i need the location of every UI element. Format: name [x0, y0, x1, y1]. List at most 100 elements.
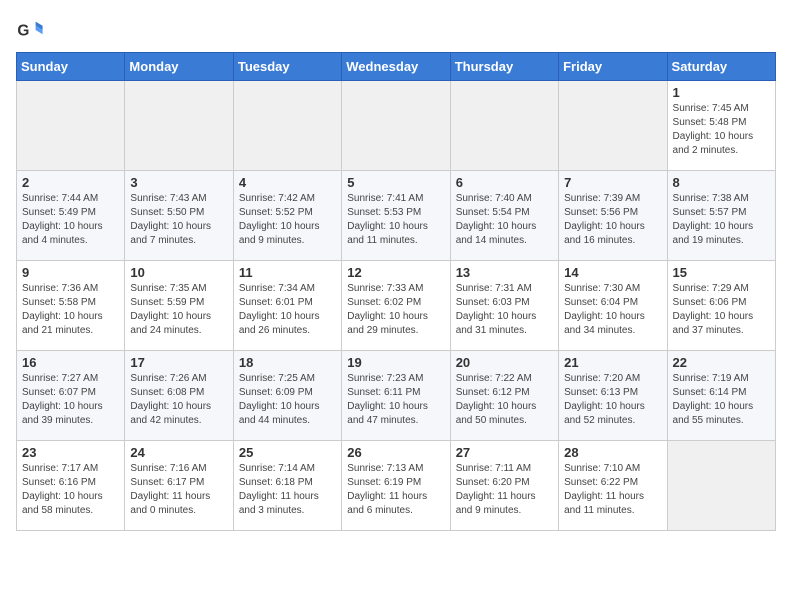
day-number: 2: [22, 175, 119, 190]
day-number: 23: [22, 445, 119, 460]
calendar-cell: 1Sunrise: 7:45 AM Sunset: 5:48 PM Daylig…: [667, 81, 775, 171]
calendar-cell: 9Sunrise: 7:36 AM Sunset: 5:58 PM Daylig…: [17, 261, 125, 351]
calendar-cell: 12 Sunrise: 7:33 AM Sunset: 6:02 PM Dayli…: [342, 261, 450, 351]
day-number: 10: [130, 265, 227, 280]
calendar-cell: 3 Sunrise: 7:43 AM Sunset: 5:50 PM Daylig…: [125, 171, 233, 261]
header-monday: Monday: [125, 53, 233, 81]
calendar-cell: 18 Sunrise: 7:25 AM Sunset: 6:09 PM Dayli…: [233, 351, 341, 441]
day-info: Sunrise: 7:31 AM Sunset: 6:03 PM Dayligh…: [456, 282, 553, 338]
day-info: Sunrise: 7:26 AM Sunset: 6:08 PM Dayligh…: [130, 372, 227, 428]
calendar-cell: 21 Sunrise: 7:20 AM Sunset: 6:13 PM Dayli…: [559, 351, 667, 441]
day-number: 26: [347, 445, 444, 460]
calendar-cell: 16 Sunrise: 7:27 AM Sunset: 6:07 PM Dayli…: [17, 351, 125, 441]
day-info: Sunrise: 7:30 AM Sunset: 6:04 PM Dayligh…: [564, 282, 661, 338]
calendar-cell: 17 Sunrise: 7:26 AM Sunset: 6:08 PM Dayli…: [125, 351, 233, 441]
calendar-cell: 10 Sunrise: 7:35 AM Sunset: 5:59 PM Dayli…: [125, 261, 233, 351]
day-number: 5: [347, 175, 444, 190]
week-row-4: 16 Sunrise: 7:27 AM Sunset: 6:07 PM Dayli…: [17, 351, 776, 441]
day-number: 16: [22, 355, 119, 370]
calendar-cell: 14 Sunrise: 7:30 AM Sunset: 6:04 PM Dayli…: [559, 261, 667, 351]
calendar-cell: 8 Sunrise: 7:38 AM Sunset: 5:57 PM Daylig…: [667, 171, 775, 261]
day-number: 28: [564, 445, 661, 460]
svg-text:G: G: [17, 23, 29, 40]
calendar-cell: 20 Sunrise: 7:22 AM Sunset: 6:12 PM Dayli…: [450, 351, 558, 441]
day-info: Sunrise: 7:42 AM Sunset: 5:52 PM Dayligh…: [239, 192, 336, 248]
calendar-cell: 19 Sunrise: 7:23 AM Sunset: 6:11 PM Dayli…: [342, 351, 450, 441]
day-info: Sunrise: 7:13 AM Sunset: 6:19 PM Dayligh…: [347, 462, 444, 518]
day-info: Sunrise: 7:22 AM Sunset: 6:12 PM Dayligh…: [456, 372, 553, 428]
header-sunday: Sunday: [17, 53, 125, 81]
calendar-cell: [342, 81, 450, 171]
calendar-cell: 24 Sunrise: 7:16 AM Sunset: 6:17 PM Dayli…: [125, 441, 233, 531]
calendar-cell: 13 Sunrise: 7:31 AM Sunset: 6:03 PM Dayli…: [450, 261, 558, 351]
day-number: 25: [239, 445, 336, 460]
header-thursday: Thursday: [450, 53, 558, 81]
day-info: Sunrise: 7:33 AM Sunset: 6:02 PM Dayligh…: [347, 282, 444, 338]
day-info: Sunrise: 7:23 AM Sunset: 6:11 PM Dayligh…: [347, 372, 444, 428]
week-row-2: 2 Sunrise: 7:44 AM Sunset: 5:49 PM Daylig…: [17, 171, 776, 261]
header-wednesday: Wednesday: [342, 53, 450, 81]
calendar-cell: 28Sunrise: 7:10 AM Sunset: 6:22 PM Dayli…: [559, 441, 667, 531]
day-info: Sunrise: 7:44 AM Sunset: 5:49 PM Dayligh…: [22, 192, 119, 248]
day-number: 12: [347, 265, 444, 280]
calendar-cell: 7 Sunrise: 7:39 AM Sunset: 5:56 PM Daylig…: [559, 171, 667, 261]
calendar-table: SundayMondayTuesdayWednesdayThursdayFrid…: [16, 52, 776, 531]
day-number: 18: [239, 355, 336, 370]
day-info: Sunrise: 7:20 AM Sunset: 6:13 PM Dayligh…: [564, 372, 661, 428]
day-number: 20: [456, 355, 553, 370]
day-number: 13: [456, 265, 553, 280]
day-number: 4: [239, 175, 336, 190]
day-number: 11: [239, 265, 336, 280]
day-info: Sunrise: 7:25 AM Sunset: 6:09 PM Dayligh…: [239, 372, 336, 428]
calendar-cell: 25 Sunrise: 7:14 AM Sunset: 6:18 PM Dayli…: [233, 441, 341, 531]
day-number: 14: [564, 265, 661, 280]
day-info: Sunrise: 7:19 AM Sunset: 6:14 PM Dayligh…: [673, 372, 770, 428]
day-info: Sunrise: 7:14 AM Sunset: 6:18 PM Dayligh…: [239, 462, 336, 518]
calendar-cell: 27 Sunrise: 7:11 AM Sunset: 6:20 PM Dayli…: [450, 441, 558, 531]
calendar-header: SundayMondayTuesdayWednesdayThursdayFrid…: [17, 53, 776, 81]
day-number: 3: [130, 175, 227, 190]
calendar-cell: 2 Sunrise: 7:44 AM Sunset: 5:49 PM Daylig…: [17, 171, 125, 261]
day-number: 6: [456, 175, 553, 190]
day-info: Sunrise: 7:43 AM Sunset: 5:50 PM Dayligh…: [130, 192, 227, 248]
day-number: 15: [673, 265, 770, 280]
calendar-cell: 5 Sunrise: 7:41 AM Sunset: 5:53 PM Daylig…: [342, 171, 450, 261]
calendar-cell: 6 Sunrise: 7:40 AM Sunset: 5:54 PM Daylig…: [450, 171, 558, 261]
page-header: G: [16, 16, 776, 44]
calendar-cell: 11Sunrise: 7:34 AM Sunset: 6:01 PM Dayli…: [233, 261, 341, 351]
calendar-cell: [559, 81, 667, 171]
day-info: Sunrise: 7:36 AM Sunset: 5:58 PM Dayligh…: [22, 282, 119, 338]
calendar-cell: 26 Sunrise: 7:13 AM Sunset: 6:19 PM Dayli…: [342, 441, 450, 531]
day-info: Sunrise: 7:38 AM Sunset: 5:57 PM Dayligh…: [673, 192, 770, 248]
header-tuesday: Tuesday: [233, 53, 341, 81]
day-number: 27: [456, 445, 553, 460]
day-number: 19: [347, 355, 444, 370]
header-friday: Friday: [559, 53, 667, 81]
day-number: 24: [130, 445, 227, 460]
day-info: Sunrise: 7:17 AM Sunset: 6:16 PM Dayligh…: [22, 462, 119, 518]
day-info: Sunrise: 7:27 AM Sunset: 6:07 PM Dayligh…: [22, 372, 119, 428]
day-info: Sunrise: 7:29 AM Sunset: 6:06 PM Dayligh…: [673, 282, 770, 338]
calendar-cell: 23 Sunrise: 7:17 AM Sunset: 6:16 PM Dayli…: [17, 441, 125, 531]
day-number: 21: [564, 355, 661, 370]
day-number: 22: [673, 355, 770, 370]
day-info: Sunrise: 7:35 AM Sunset: 5:59 PM Dayligh…: [130, 282, 227, 338]
day-info: Sunrise: 7:41 AM Sunset: 5:53 PM Dayligh…: [347, 192, 444, 248]
calendar-cell: 15 Sunrise: 7:29 AM Sunset: 6:06 PM Dayli…: [667, 261, 775, 351]
day-info: Sunrise: 7:40 AM Sunset: 5:54 PM Dayligh…: [456, 192, 553, 248]
day-number: 17: [130, 355, 227, 370]
day-info: Sunrise: 7:39 AM Sunset: 5:56 PM Dayligh…: [564, 192, 661, 248]
logo: G: [16, 16, 48, 44]
calendar-cell: [17, 81, 125, 171]
calendar-cell: 4 Sunrise: 7:42 AM Sunset: 5:52 PM Daylig…: [233, 171, 341, 261]
day-info: Sunrise: 7:45 AM Sunset: 5:48 PM Dayligh…: [673, 102, 770, 158]
day-info: Sunrise: 7:16 AM Sunset: 6:17 PM Dayligh…: [130, 462, 227, 518]
calendar-cell: [450, 81, 558, 171]
logo-icon: G: [16, 16, 44, 44]
day-number: 8: [673, 175, 770, 190]
day-number: 7: [564, 175, 661, 190]
calendar-cell: [125, 81, 233, 171]
week-row-3: 9Sunrise: 7:36 AM Sunset: 5:58 PM Daylig…: [17, 261, 776, 351]
week-row-5: 23 Sunrise: 7:17 AM Sunset: 6:16 PM Dayli…: [17, 441, 776, 531]
day-info: Sunrise: 7:11 AM Sunset: 6:20 PM Dayligh…: [456, 462, 553, 518]
